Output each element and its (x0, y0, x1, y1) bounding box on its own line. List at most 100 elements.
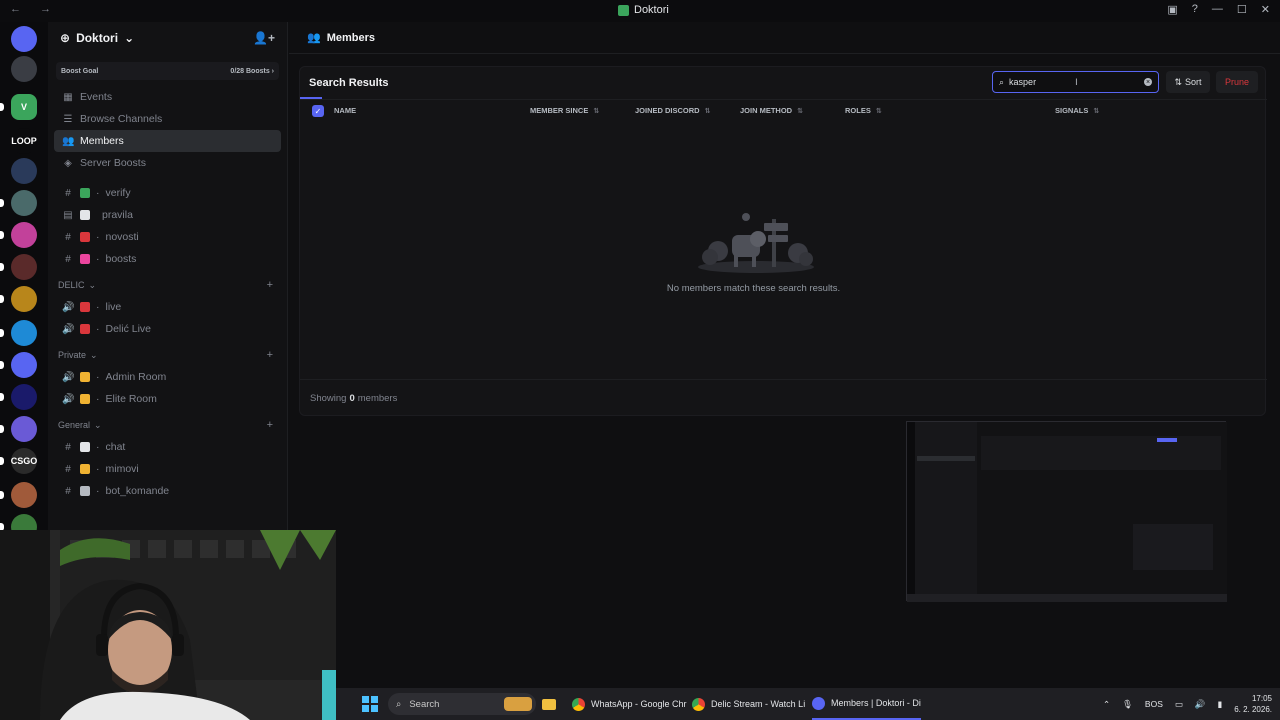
discord-home-icon[interactable] (11, 26, 37, 52)
guild-menu-events[interactable]: ▦ Events (54, 86, 281, 108)
minimize-button[interactable]: — (1212, 3, 1223, 16)
volume-icon[interactable]: 🔊 (1195, 699, 1206, 710)
calendar-icon: ▦ (63, 91, 73, 103)
inbox-icon[interactable]: ▣ (1167, 3, 1177, 16)
guild-menu-browse-channels[interactable]: ☰ Browse Channels (54, 108, 281, 130)
guild-menu-server-boosts[interactable]: ◈ Server Boosts (54, 152, 281, 174)
server-7-icon[interactable] (11, 254, 37, 280)
taskbar-app-discord[interactable]: Members | Doktori - Di (812, 688, 921, 720)
channel-mimovi[interactable]: # · mimovi (54, 458, 281, 480)
taskbar-search[interactable]: ⌕ Search (388, 693, 536, 715)
channel-chat[interactable]: # · chat (54, 436, 281, 458)
close-button[interactable]: ✕ (1261, 3, 1270, 16)
search-icon: ⌕ (999, 76, 1005, 87)
channel-label: bot_komande (105, 485, 170, 497)
column-join-method[interactable]: JOIN METHOD ⇅ (740, 106, 803, 115)
channel-emoji-icon (80, 254, 90, 264)
server-loop-icon[interactable]: LOOP (11, 128, 37, 154)
member-search-input[interactable]: ⌕ kasper I × (992, 71, 1159, 93)
server-10-icon[interactable] (11, 352, 37, 378)
clear-search-icon[interactable]: × (1144, 78, 1152, 86)
column-roles[interactable]: ROLES ⇅ (845, 106, 882, 115)
select-all-checkbox[interactable]: ✓ (312, 105, 324, 117)
guild-menu-members[interactable]: 👥 Members (54, 130, 281, 152)
server-12-icon[interactable] (11, 416, 37, 442)
unread-indicator (0, 329, 4, 337)
invite-people-icon[interactable]: 👤+ (253, 31, 275, 45)
guild-menu-label: Browse Channels (80, 113, 163, 125)
chevron-up-icon[interactable]: ⌃ (1103, 699, 1110, 710)
prune-label: Prune (1224, 77, 1250, 87)
taskbar-app-whatsapp[interactable]: WhatsApp - Google Chr (572, 688, 687, 720)
server-csgo-icon[interactable]: CSGO (11, 448, 37, 474)
start-button[interactable] (362, 688, 378, 720)
help-icon[interactable]: ? (1192, 3, 1198, 16)
add-channel-icon[interactable]: + (267, 349, 273, 361)
unread-indicator (0, 231, 4, 239)
sort-label: Sort (1185, 77, 1202, 87)
server-11-icon[interactable] (11, 384, 37, 410)
system-tray: ⌃ 🎙 BOS ▭ 🔊 ▮ 17:05 6. 2. 2026. (1103, 688, 1272, 720)
column-name-label: NAME (334, 106, 357, 115)
channel-bot-komande[interactable]: # · bot_komande (54, 480, 281, 502)
sort-button[interactable]: ⇅ Sort (1166, 71, 1210, 93)
channel-label: novosti (105, 231, 139, 243)
category-private[interactable]: Private ⌄ + (54, 344, 281, 366)
column-joined-discord[interactable]: JOINED DISCORD ⇅ (635, 106, 710, 115)
microphone-icon[interactable]: 🎙 (1122, 699, 1133, 710)
server-4-icon[interactable] (11, 158, 37, 184)
column-member-since[interactable]: MEMBER SINCE ⇅ (530, 106, 599, 115)
channel-boosts[interactable]: # · boosts (54, 248, 281, 270)
guild-header[interactable]: ⊕ Doktori ⌄ 👤+ (48, 22, 287, 54)
page-title: Members (326, 31, 375, 44)
channel-label: Delić Live (105, 323, 152, 335)
prune-button[interactable]: Prune (1216, 71, 1258, 93)
taskbar-app-label: WhatsApp - Google Chr (591, 699, 687, 709)
column-name[interactable]: NAME (334, 106, 356, 115)
hashtag-icon: # (65, 253, 71, 265)
server-8-icon[interactable] (11, 286, 37, 312)
chevron-right-icon: › (269, 67, 274, 75)
webcam-feed-image (0, 530, 336, 720)
channel-live[interactable]: 🔊 · live (54, 296, 281, 318)
os-taskbar: ⌕ Search WhatsApp - Google Chr Delic Str… (336, 688, 1280, 720)
server-6-icon[interactable] (11, 222, 37, 248)
channel-sidebar: ⊕ Doktori ⌄ 👤+ Boost Goal 0/28 Boosts › … (48, 22, 288, 530)
window-controls: ▣ ? — ☐ ✕ (1167, 3, 1270, 16)
channel-deli-live[interactable]: 🔊 · Delić Live (54, 318, 281, 340)
members-panel: Search Results ⌕ kasper I × ⇅ Sort Prune… (299, 66, 1267, 416)
channel-verify[interactable]: # · verify (54, 182, 281, 204)
network-icon[interactable]: ▭ (1175, 699, 1183, 710)
channel-pravila[interactable]: ▤ pravila (54, 204, 281, 226)
search-value[interactable]: kasper (1009, 77, 1036, 87)
clock-date: 6. 2. 2026. (1234, 705, 1272, 714)
channel-elite-room[interactable]: 🔊 · Elite Room (54, 388, 281, 410)
nav-arrows[interactable]: ← → (10, 3, 59, 15)
channel-emoji-icon (80, 210, 90, 220)
channel-admin-room[interactable]: 🔊 · Admin Room (54, 366, 281, 388)
category-general[interactable]: General ⌄ + (54, 414, 281, 436)
add-channel-icon[interactable]: + (267, 279, 273, 291)
members-table-header: ✓ NAME MEMBER SINCE ⇅ JOINED DISCORD ⇅ J… (300, 99, 1267, 121)
boost-goal-bar[interactable]: Boost Goal 0/28 Boosts › (56, 62, 279, 80)
server-doktori-icon[interactable]: V (11, 94, 37, 120)
language-indicator[interactable]: BOS (1145, 699, 1163, 709)
category-delic[interactable]: DELIC ⌄ + (54, 274, 281, 296)
server-14-icon[interactable] (11, 482, 37, 508)
taskbar-app-delic-stream[interactable]: Delic Stream - Watch Li (692, 688, 805, 720)
add-channel-icon[interactable]: + (267, 419, 273, 431)
maximize-button[interactable]: ☐ (1237, 3, 1247, 16)
channel-emoji-icon (80, 394, 90, 404)
clock[interactable]: 17:05 6. 2. 2026. (1234, 693, 1272, 715)
server-9-icon[interactable] (11, 320, 37, 346)
column-signals[interactable]: SIGNALS ⇅ (1055, 106, 1099, 115)
channel-label: pravila (102, 209, 133, 221)
battery-icon[interactable]: ▮ (1218, 699, 1223, 710)
server-5-icon[interactable] (11, 190, 37, 216)
file-explorer-button[interactable] (542, 688, 556, 720)
hashtag-icon: # (65, 441, 71, 453)
member-count: 0 (349, 392, 355, 404)
channel-novosti[interactable]: # · novosti (54, 226, 281, 248)
server-1-icon[interactable] (11, 56, 37, 82)
guild-icon: ⊕ (60, 31, 71, 45)
